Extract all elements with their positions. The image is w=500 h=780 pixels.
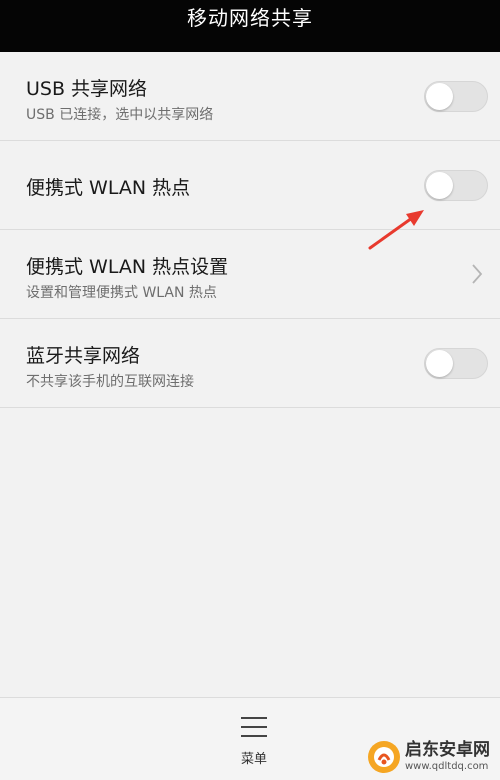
annotation-arrow-icon	[368, 210, 424, 250]
wlan-hotspot-toggle[interactable]	[424, 170, 488, 201]
hamburger-icon	[241, 717, 267, 737]
toggle-knob	[426, 83, 453, 110]
usb-tethering-title: USB 共享网络	[26, 78, 148, 100]
menu-button[interactable]: 菜单	[226, 716, 282, 774]
wlan-hotspot-title: 便携式 WLAN 热点	[26, 177, 191, 199]
bluetooth-tethering-row[interactable]: 蓝牙共享网络 不共享该手机的互联网连接	[0, 319, 500, 408]
wlan-hotspot-settings-summary: 设置和管理便携式 WLAN 热点	[26, 285, 217, 301]
bluetooth-tethering-toggle[interactable]	[424, 348, 488, 379]
usb-tethering-summary: USB 已连接，选中以共享网络	[26, 107, 214, 123]
toggle-knob	[426, 172, 453, 199]
watermark-url: www.qdltdq.com	[405, 761, 489, 772]
chevron-right-icon	[472, 264, 483, 284]
menu-label: 菜单	[240, 752, 267, 767]
wlan-hotspot-settings-title: 便携式 WLAN 热点设置	[26, 256, 229, 278]
bluetooth-tethering-title: 蓝牙共享网络	[26, 345, 141, 367]
toggle-knob	[426, 350, 453, 377]
usb-tethering-toggle[interactable]	[424, 81, 488, 112]
title-bar: 移动网络共享	[0, 0, 500, 52]
bluetooth-tethering-summary: 不共享该手机的互联网连接	[26, 374, 194, 390]
usb-tethering-row[interactable]: USB 共享网络 USB 已连接，选中以共享网络	[0, 52, 500, 141]
watermark-logo-icon	[368, 741, 400, 773]
watermark-title: 启东安卓网	[405, 740, 490, 760]
site-watermark: 启东安卓网 www.qdltdq.com	[367, 735, 500, 779]
page-title: 移动网络共享	[187, 6, 313, 30]
